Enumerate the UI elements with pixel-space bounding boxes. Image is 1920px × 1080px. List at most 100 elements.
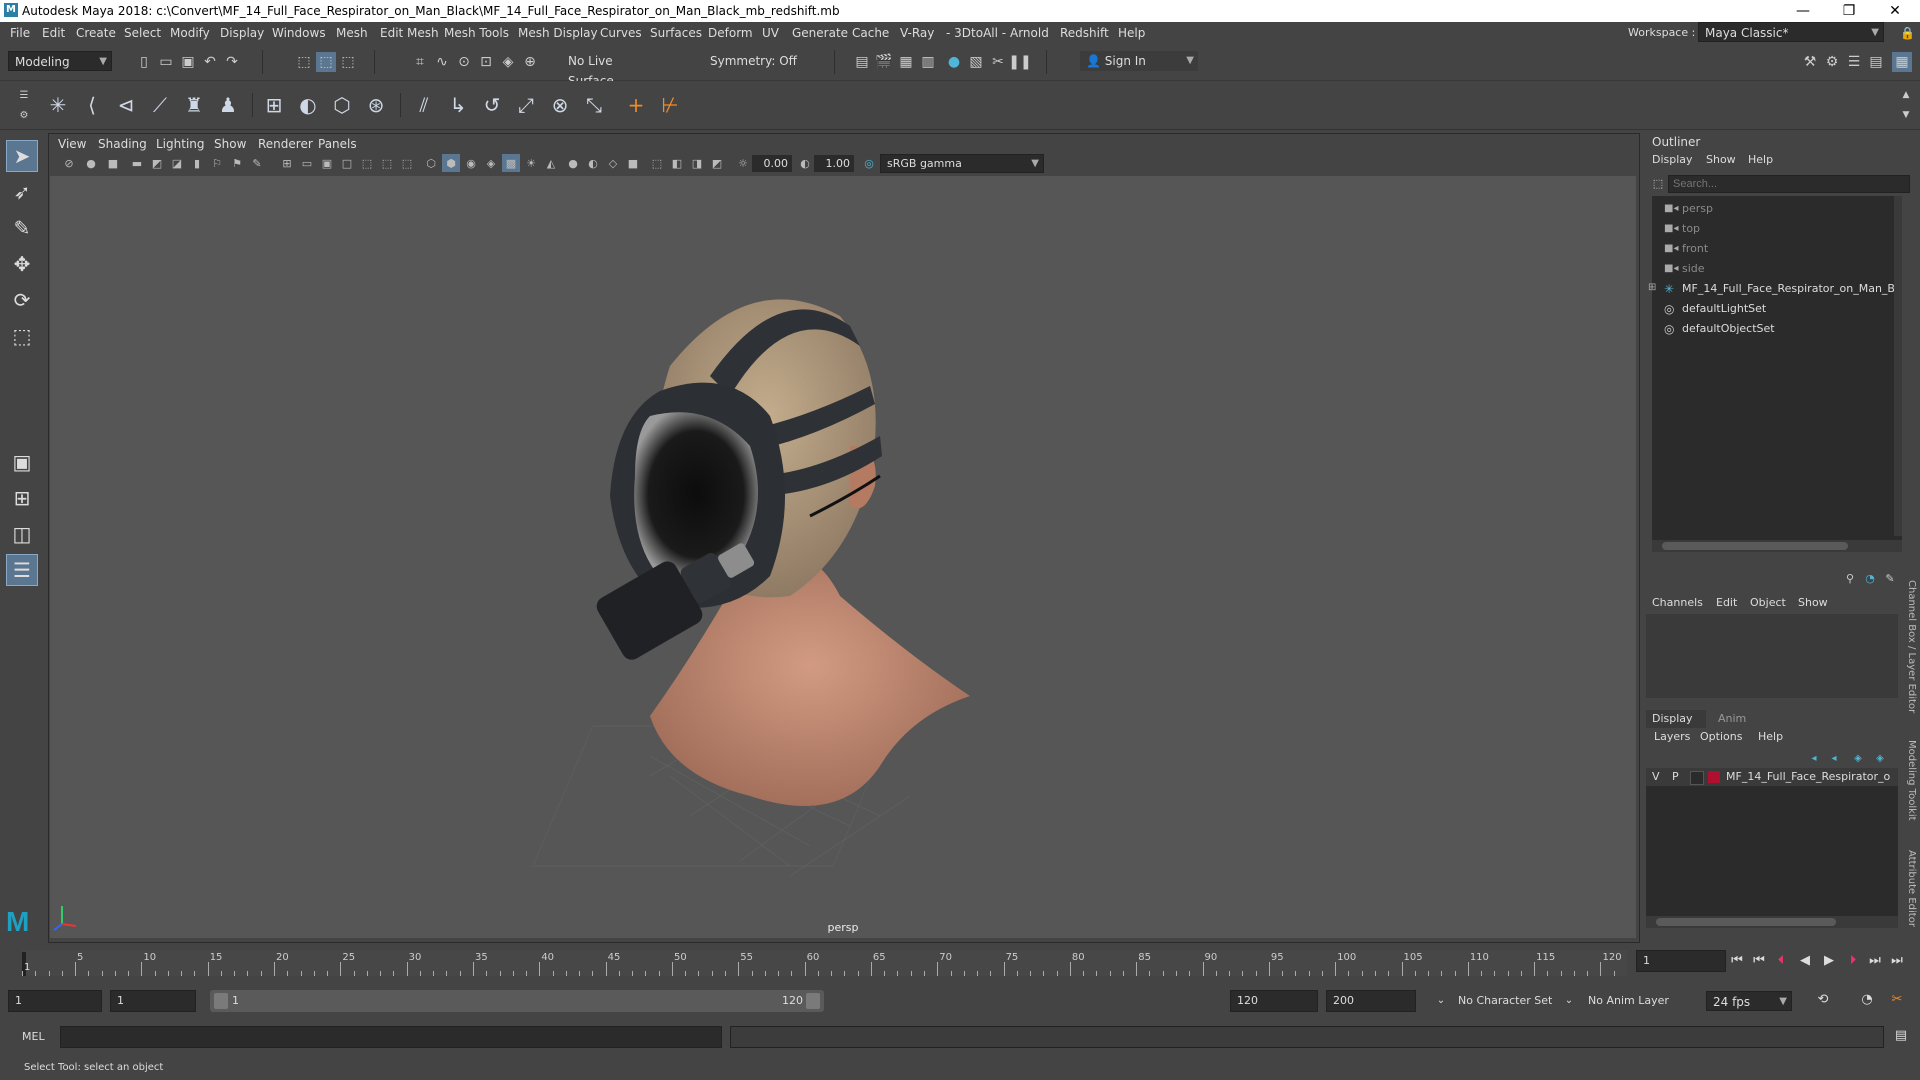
layer-playback-toggle[interactable]: P xyxy=(1672,770,1679,783)
constraint-scale-icon[interactable]: ⤢ xyxy=(512,91,540,119)
undo-icon[interactable]: ↶ xyxy=(200,52,220,72)
layer-menu-options[interactable]: Options xyxy=(1700,730,1742,743)
exposure-field[interactable]: 0.00 xyxy=(752,155,792,172)
ik-spline-icon[interactable]: ⊲ xyxy=(112,91,140,119)
range-start-handle[interactable] xyxy=(214,993,228,1009)
outliner-item-top[interactable]: top xyxy=(1682,222,1700,235)
range-bar[interactable]: 1 120 xyxy=(210,990,824,1012)
menu-display[interactable]: Display xyxy=(220,26,264,40)
workspace-dropdown[interactable]: Maya Classic* ▼ xyxy=(1698,22,1884,42)
four-view-layout-icon[interactable]: ⊞ xyxy=(6,482,38,514)
menu-mesh-tools[interactable]: Mesh Tools xyxy=(444,26,509,40)
gamma-field[interactable]: 1.00 xyxy=(814,155,854,172)
move-tool-icon[interactable]: ✥ xyxy=(6,248,38,280)
menu-file[interactable]: File xyxy=(10,26,30,40)
side-tab-channel-box[interactable]: Channel Box / Layer Editor xyxy=(1906,580,1917,713)
move-layer-down-icon[interactable]: ◂ xyxy=(1824,748,1844,768)
viewport-3d-canvas[interactable]: M persp xyxy=(6,176,1636,938)
menu-mesh-display[interactable]: Mesh Display xyxy=(518,26,598,40)
select-hierarchy-icon[interactable]: ⬚ xyxy=(294,52,314,72)
play-backwards-icon[interactable]: ◀ xyxy=(1796,952,1814,970)
rotate-tool-icon[interactable]: ⟳ xyxy=(6,284,38,316)
bookmark-icon[interactable]: ▮ xyxy=(188,154,206,172)
lattice-icon[interactable]: ⬡ xyxy=(328,91,356,119)
snap-surface-icon[interactable]: ◈ xyxy=(498,52,518,72)
channel-menu-edit[interactable]: Edit xyxy=(1716,596,1737,609)
snap-grid-icon[interactable]: ⌗ xyxy=(410,52,430,72)
snap-pivot-icon[interactable]: ⊕ xyxy=(520,52,540,72)
menu-vray[interactable]: V-Ray xyxy=(900,26,934,40)
fps-dropdown[interactable]: 24 fps ▼ xyxy=(1706,991,1792,1011)
menu-cache[interactable]: Cache xyxy=(852,26,889,40)
textured-icon[interactable]: ▩ xyxy=(502,154,520,172)
filter-icon[interactable]: ⬚ xyxy=(1648,173,1668,193)
character-set-icon[interactable]: ⌄ xyxy=(1432,992,1450,1010)
locator-icon[interactable]: + xyxy=(622,91,650,119)
bind-skin-icon[interactable]: ⊞ xyxy=(260,91,288,119)
render-setup-icon[interactable]: ▧ xyxy=(966,52,986,72)
view-transform-dropdown[interactable]: sRGB gamma ▼ xyxy=(880,154,1044,173)
select-tool-icon[interactable]: ➤ xyxy=(6,140,38,172)
field-chart-icon[interactable]: ⬚ xyxy=(358,154,376,172)
layer-menu-layers[interactable]: Layers xyxy=(1654,730,1690,743)
panel-menu-view[interactable]: View xyxy=(58,137,86,151)
film-gate-icon[interactable]: ▭ xyxy=(298,154,316,172)
move-layer-up-icon[interactable]: ◂ xyxy=(1804,748,1824,768)
cluster-icon[interactable]: ⊛ xyxy=(362,91,390,119)
loop-icon[interactable]: ⟲ xyxy=(1814,991,1832,1009)
select-component-icon[interactable]: ⬚ xyxy=(338,52,358,72)
menu-select[interactable]: Select xyxy=(124,26,161,40)
shelf-menu-icon[interactable]: ☰ xyxy=(14,85,34,105)
outliner-menu-display[interactable]: Display xyxy=(1652,153,1693,166)
menu-edit[interactable]: Edit xyxy=(42,26,65,40)
animation-end-field[interactable]: 200 xyxy=(1326,990,1416,1012)
channel-menu-channels[interactable]: Channels xyxy=(1652,596,1703,609)
ik-handle-icon[interactable]: ⟨ xyxy=(78,91,106,119)
outliner-item-front[interactable]: front xyxy=(1682,242,1708,255)
layer-type-toggle[interactable] xyxy=(1690,771,1704,785)
menu-windows[interactable]: Windows xyxy=(272,26,326,40)
panel-menu-lighting[interactable]: Lighting xyxy=(156,137,205,151)
color-management-icon[interactable]: ◎ xyxy=(860,154,878,172)
humanik-icon[interactable]: ♟ xyxy=(214,91,242,119)
lock-camera-icon[interactable]: ⚐ xyxy=(208,154,226,172)
range-end-handle[interactable] xyxy=(806,993,820,1009)
channel-edit-icon[interactable]: ✎ xyxy=(1880,568,1900,588)
outliner-search-input[interactable] xyxy=(1668,175,1910,193)
channel-key-icon[interactable]: ⚲ xyxy=(1840,568,1860,588)
outliner-vertical-scrollbar[interactable] xyxy=(1894,196,1902,536)
two-d-pan-icon[interactable]: ◩ xyxy=(148,154,166,172)
step-forward-frame-icon[interactable]: ⏵ xyxy=(1844,952,1862,970)
tab-display[interactable]: Display xyxy=(1646,710,1706,728)
outliner-toggle-icon[interactable]: ▦ xyxy=(1892,52,1912,72)
step-forward-key-icon[interactable]: ⏭ xyxy=(1866,952,1884,970)
anim-layer-label[interactable]: No Anim Layer xyxy=(1588,994,1669,1007)
character-set-label[interactable]: No Character Set xyxy=(1458,994,1552,1007)
menu-3dtoall[interactable]: - 3DtoAll - xyxy=(946,26,1006,40)
menu-set-dropdown[interactable]: Modeling ▼ xyxy=(8,51,112,71)
render-view-icon[interactable]: ▤ xyxy=(852,52,872,72)
camera-attributes-icon[interactable]: ● xyxy=(82,154,100,172)
side-tab-modeling-toolkit[interactable]: Modeling Toolkit xyxy=(1906,740,1917,821)
wireframe-icon[interactable]: ⬡ xyxy=(422,154,440,172)
playback-start-field[interactable]: 1 xyxy=(110,990,196,1012)
anti-aliasing-icon[interactable]: ◇ xyxy=(604,154,622,172)
depth-of-field-icon[interactable]: ■ xyxy=(624,154,642,172)
outliner-layout-icon[interactable]: ☰ xyxy=(6,554,38,586)
scrollbar-thumb[interactable] xyxy=(1662,542,1848,550)
auto-key-icon[interactable]: ◔ xyxy=(1858,991,1876,1009)
playback-end-field[interactable]: 120 xyxy=(1230,990,1318,1012)
expand-icon[interactable]: ⊞ xyxy=(1648,282,1656,293)
outliner-horizontal-scrollbar[interactable] xyxy=(1652,540,1902,552)
outliner-item-default-object-set[interactable]: defaultObjectSet xyxy=(1682,322,1775,335)
sign-in-dropdown[interactable]: 👤 Sign In ▼ xyxy=(1080,51,1198,71)
panel-menu-panels[interactable]: Panels xyxy=(318,137,357,151)
ambient-occlusion-icon[interactable]: ● xyxy=(564,154,582,172)
safe-title-icon[interactable]: ⬚ xyxy=(398,154,416,172)
scroll-down-icon[interactable]: ▼ xyxy=(1896,105,1916,125)
anim-preferences-icon[interactable]: ✂ xyxy=(1888,991,1906,1009)
pause-viewport-icon[interactable]: ❚❚ xyxy=(1008,52,1031,72)
redo-icon[interactable]: ↷ xyxy=(222,52,242,72)
backface-icon[interactable]: ◩ xyxy=(708,154,726,172)
menu-modify[interactable]: Modify xyxy=(170,26,210,40)
